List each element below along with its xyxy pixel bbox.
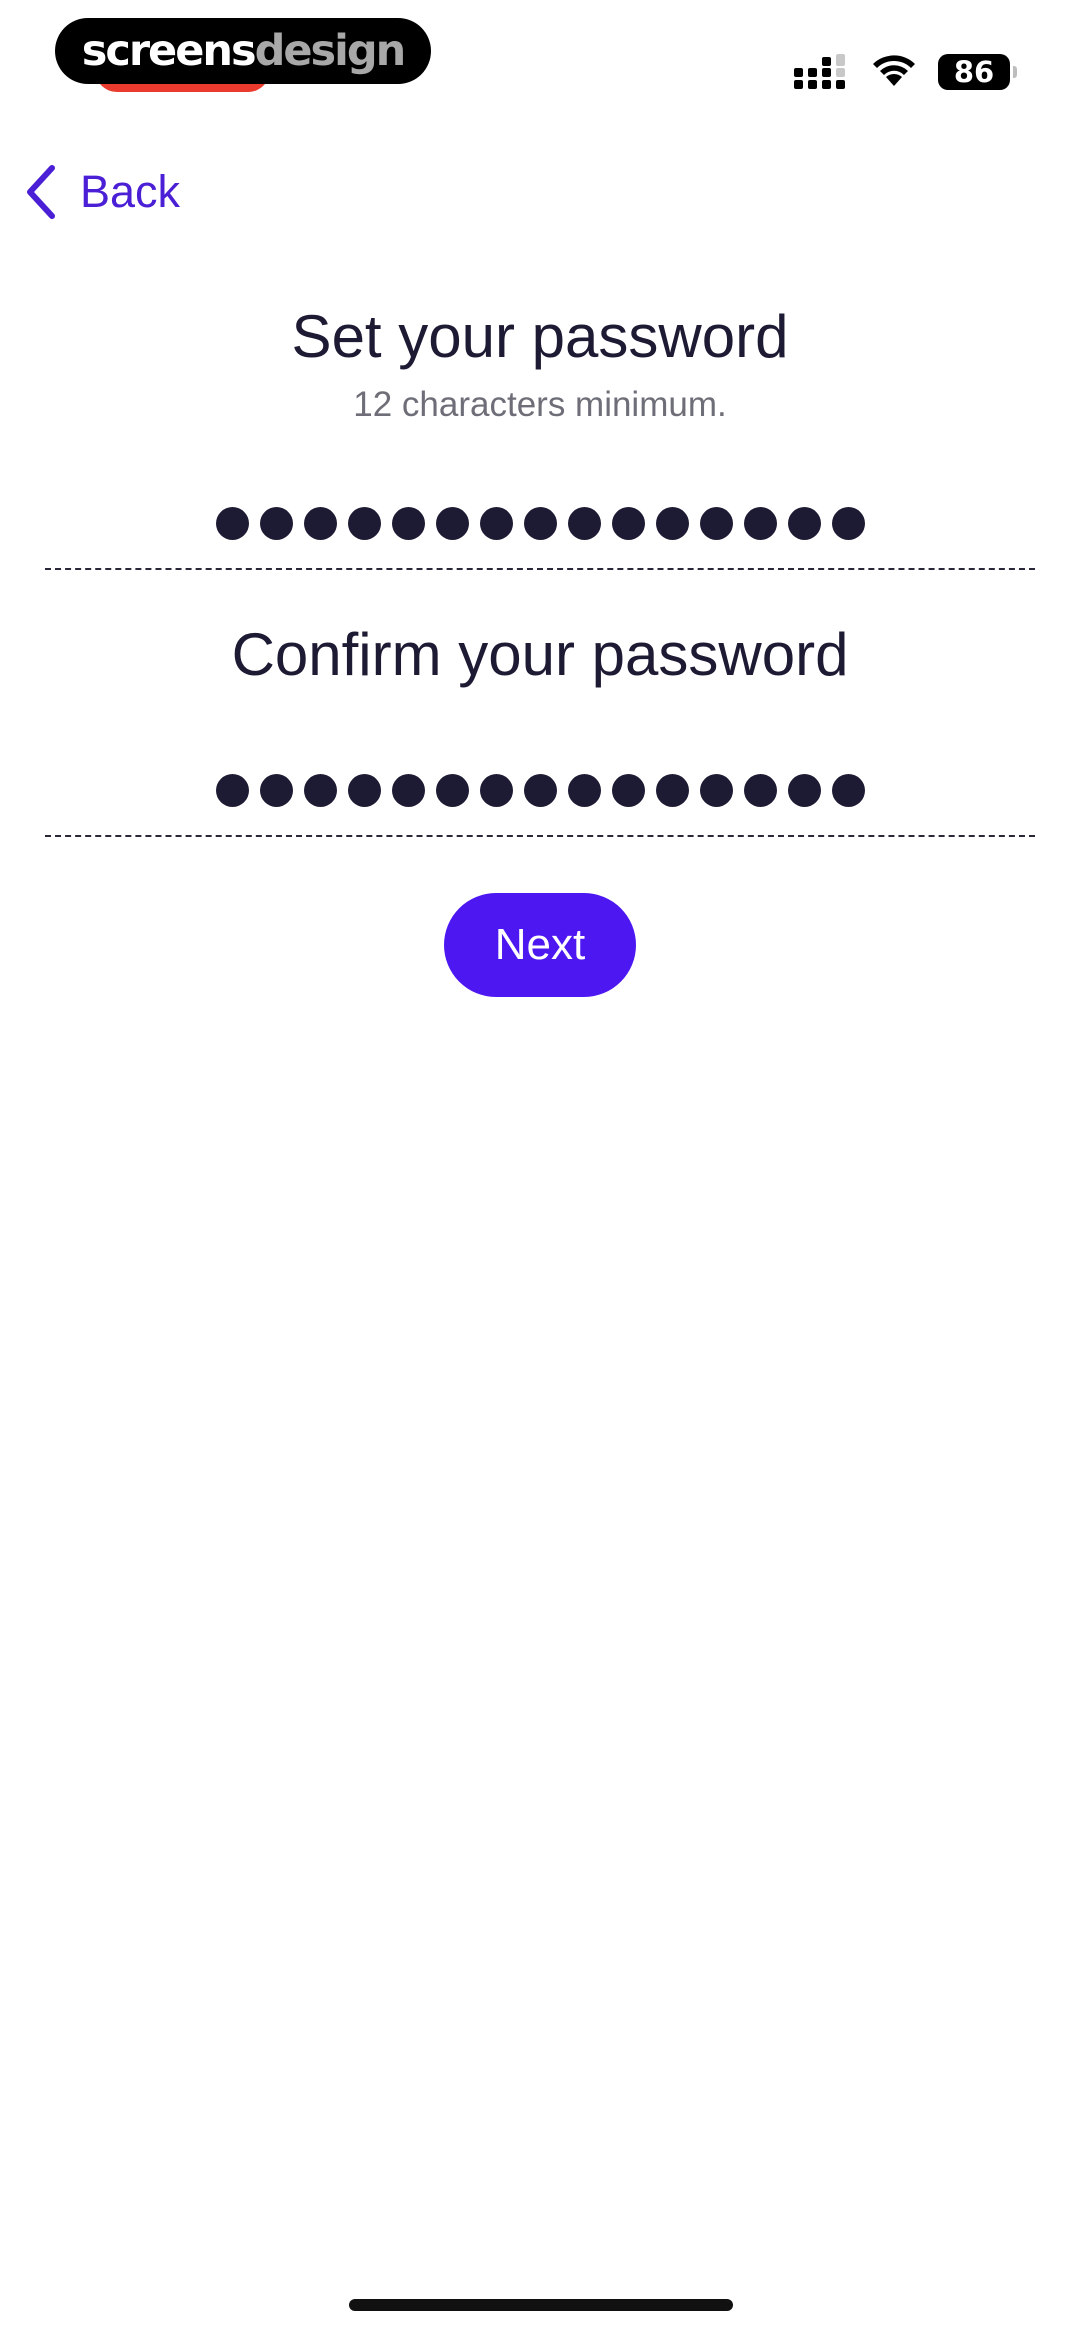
home-indicator[interactable] [349,2299,733,2311]
password-mask-dot [787,506,821,540]
password-mask-dot [215,773,249,807]
password-mask-dot [611,506,645,540]
set-password-title: Set your password [291,303,789,370]
confirm-password-title: Confirm your password [231,621,849,688]
password-mask-dot [303,506,337,540]
password-mask-dot [435,506,469,540]
password-hint: 12 characters minimum. [353,385,727,424]
password-field[interactable] [45,478,1035,570]
password-mask-dot [787,773,821,807]
password-mask-dot [479,506,513,540]
chevron-left-icon [27,165,55,219]
password-mask-dot [831,506,865,540]
password-mask-dot [215,506,249,540]
password-mask-dot [567,506,601,540]
back-label: Back [80,166,181,217]
password-mask-dot [435,773,469,807]
confirm-password-field[interactable] [45,745,1035,837]
password-mask-dot [699,773,733,807]
password-mask-dot [259,773,293,807]
password-mask-dot [567,773,601,807]
next-button[interactable]: Next [444,893,636,997]
password-mask-dot [611,773,645,807]
cellular-signal-icon [794,54,845,89]
status-bar: screens design 86 [0,0,1080,130]
password-mask-dot [655,773,689,807]
password-mask-dot [831,773,865,807]
battery-level: 86 [953,55,995,89]
password-mask-dot [655,506,689,540]
password-mask-dot [259,506,293,540]
battery-icon: 86 [938,54,1017,90]
password-mask-dot [743,773,777,807]
password-mask-dot [347,773,381,807]
watermark-logo: screens design [55,18,431,84]
password-mask-dot [391,506,425,540]
password-mask-dot [347,506,381,540]
password-mask-dot [523,773,557,807]
wifi-icon [873,55,915,86]
password-mask-dot [523,506,557,540]
password-mask-dot [699,506,733,540]
password-mask-dot [479,773,513,807]
status-icons: 86 [794,52,1017,92]
back-button[interactable]: Back [24,160,180,224]
password-mask-dot [303,773,337,807]
password-mask-dot [743,506,777,540]
password-mask-dot [391,773,425,807]
